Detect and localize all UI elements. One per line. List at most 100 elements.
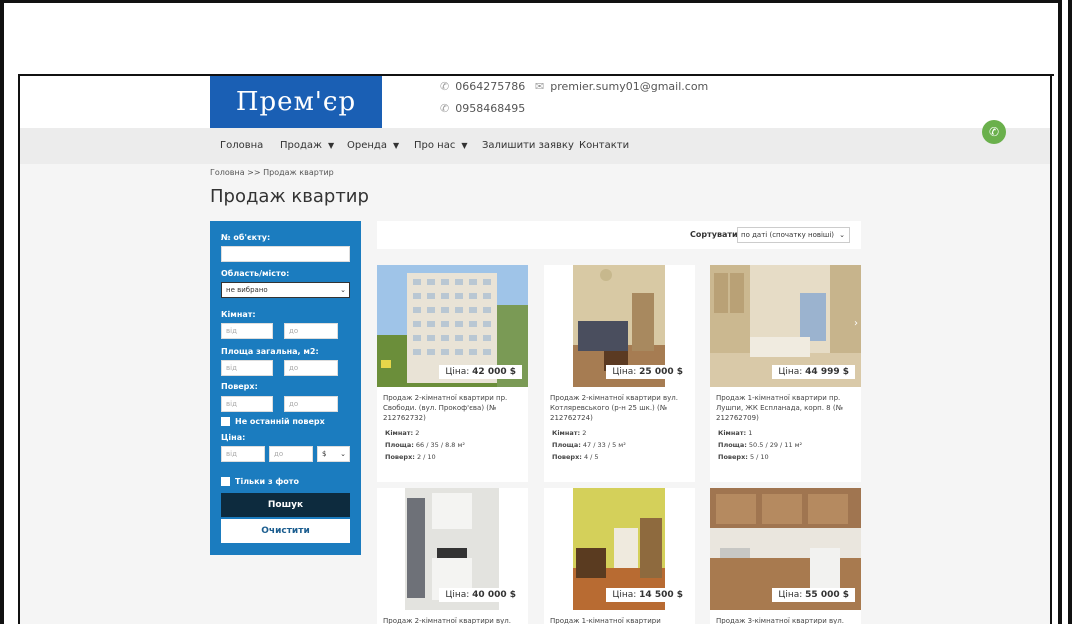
listing-photo[interactable]: Ціна: 55 000 $ xyxy=(710,488,861,610)
not-last-floor-checkbox[interactable]: Не останній поверх xyxy=(221,417,325,426)
email-address[interactable]: premier.sumy01@gmail.com xyxy=(550,80,708,93)
listing-price: Ціна: 40 000 $ xyxy=(439,588,522,602)
nav-about[interactable]: Про нас ▼ xyxy=(414,128,467,164)
phone-number-1[interactable]: 0664275786 xyxy=(455,80,525,93)
phone-contact-1[interactable]: ✆ 0664275786 xyxy=(440,80,525,93)
floor-label: Поверх: xyxy=(385,453,415,461)
nav-about-label: Про нас xyxy=(414,140,456,151)
area-label: Площа: xyxy=(552,441,581,449)
search-button[interactable]: Пошук xyxy=(221,493,350,517)
email-contact[interactable]: ✉ premier.sumy01@gmail.com xyxy=(535,80,708,93)
region-select[interactable]: не вибрано ⌄ xyxy=(221,282,350,298)
chevron-down-icon: ▼ xyxy=(461,141,468,150)
site-logo[interactable]: Прем'єр xyxy=(210,76,382,128)
floor-from-input[interactable]: від xyxy=(221,396,273,412)
area-label: Площа: xyxy=(385,441,414,449)
nav-request-label: Залишити заявку xyxy=(482,140,574,151)
breadcrumb[interactable]: Головна >> Продаж квартир xyxy=(210,168,334,177)
listing-card[interactable]: Ціна: 40 000 $ Продаж 2-кімнатної кварти… xyxy=(377,488,528,624)
sort-bar: Сортувати по даті (спочатку новіші) ⌄ xyxy=(377,221,861,249)
area-value: 50.5 / 29 / 11 м² xyxy=(748,441,803,449)
rooms-label: Кімнат: xyxy=(221,310,256,319)
price-value: 55 000 $ xyxy=(805,590,849,600)
clear-button[interactable]: Очистити xyxy=(221,519,350,543)
listing-title[interactable]: Продаж 1-кімнатної квартири xyxy=(544,610,695,624)
price-from-input[interactable]: від xyxy=(221,446,265,462)
only-photo-checkbox[interactable]: Тільки з фото xyxy=(221,477,299,486)
nav-rent-label: Оренда xyxy=(347,140,387,151)
rooms-value: 2 xyxy=(582,429,587,437)
site-header: Прем'єр ✆ 0664275786 ✉ premier.sumy01@gm… xyxy=(20,76,1050,128)
listing-title[interactable]: Продаж 2-кімнатної квартири пр. Свободи.… xyxy=(377,387,528,423)
nav-home[interactable]: Головна xyxy=(220,128,263,164)
currency-select[interactable]: $ ⌄ xyxy=(317,446,350,462)
object-number-label: № об'єкту: xyxy=(221,233,271,242)
phone-icon: ✆ xyxy=(440,80,450,93)
price-label: Ціна: xyxy=(221,433,246,442)
listing-card[interactable]: Ціна: 55 000 $ Продаж 3-кімнатної кварти… xyxy=(710,488,861,624)
price-value: 14 500 $ xyxy=(639,590,683,600)
listing-title[interactable]: Продаж 2-кімнатної квартири вул. Котляре… xyxy=(544,387,695,423)
listing-specs: Кімнат: 2 Площа: 47 / 33 / 5 м² Поверх: … xyxy=(544,423,695,463)
price-prefix: Ціна: xyxy=(445,367,470,377)
sort-select[interactable]: по даті (спочатку новіші) ⌄ xyxy=(737,227,850,243)
floor-value: 5 / 10 xyxy=(749,453,769,461)
checkbox-box[interactable] xyxy=(221,417,230,426)
object-number-input[interactable] xyxy=(221,246,350,262)
listing-card[interactable]: Ціна: 14 500 $ Продаж 1-кімнатної кварти… xyxy=(544,488,695,624)
area-from-input[interactable]: від xyxy=(221,360,273,376)
listing-price: Ціна: 42 000 $ xyxy=(439,365,522,379)
listing-area: Площа: 47 / 33 / 5 м² xyxy=(552,439,687,451)
window-frame-left xyxy=(0,0,4,624)
area-label: Площа загальна, м2: xyxy=(221,347,319,356)
listing-floor: Поверх: 2 / 10 xyxy=(385,451,520,463)
listing-photo[interactable]: Ціна: 44 999 $ xyxy=(710,265,861,387)
nav-sale[interactable]: Продаж ▼ xyxy=(280,128,334,164)
listing-title[interactable]: Продаж 3-кімнатної квартири вул. xyxy=(710,610,861,624)
region-select-value: не вибрано xyxy=(226,286,268,294)
listing-price: Ціна: 25 000 $ xyxy=(606,365,689,379)
rooms-label: Кімнат: xyxy=(718,429,747,437)
chevron-down-icon: ⌄ xyxy=(340,450,346,458)
listing-photo[interactable]: Ціна: 40 000 $ xyxy=(377,488,528,610)
floor-value: 4 / 5 xyxy=(583,453,599,461)
listing-card[interactable]: Ціна: 25 000 $ Продаж 2-кімнатної кварти… xyxy=(544,265,695,482)
listing-title[interactable]: Продаж 2-кімнатної квартири вул. xyxy=(377,610,528,624)
price-to-input[interactable]: до xyxy=(269,446,313,462)
nav-contacts-label: Контакти xyxy=(579,140,630,151)
price-prefix: Ціна: xyxy=(612,367,637,377)
listing-title[interactable]: Продаж 1-кімнатної квартири пр. Лушпи, Ж… xyxy=(710,387,861,423)
area-value: 66 / 35 / 8.8 м² xyxy=(415,441,466,449)
rooms-to-input[interactable]: до xyxy=(284,323,338,339)
area-label: Площа: xyxy=(718,441,747,449)
currency-value: $ xyxy=(322,450,327,458)
phone-contact-2[interactable]: ✆ 0958468495 xyxy=(440,102,525,115)
listing-photo[interactable]: Ціна: 25 000 $ xyxy=(544,265,695,387)
listing-card[interactable]: Ціна: 42 000 $ Продаж 2-кімнатної кварти… xyxy=(377,265,528,482)
web-page: Прем'єр ✆ 0664275786 ✉ premier.sumy01@gm… xyxy=(20,76,1050,624)
listing-card[interactable]: Ціна: 44 999 $ Продаж 1-кімнатної кварти… xyxy=(710,265,861,482)
area-value: 47 / 33 / 5 м² xyxy=(582,441,626,449)
listing-price: Ціна: 44 999 $ xyxy=(772,365,855,379)
nav-rent[interactable]: Оренда ▼ xyxy=(347,128,399,164)
listing-photo[interactable]: Ціна: 42 000 $ xyxy=(377,265,528,387)
price-value: 44 999 $ xyxy=(805,367,849,377)
call-button[interactable]: ✆ xyxy=(982,120,1006,144)
page-title: Продаж квартир xyxy=(210,186,369,207)
floor-to-input[interactable]: до xyxy=(284,396,338,412)
listing-specs: Кімнат: 1 Площа: 50.5 / 29 / 11 м² Повер… xyxy=(710,423,861,463)
listing-price: Ціна: 55 000 $ xyxy=(772,588,855,602)
viewport-border-right xyxy=(1050,74,1052,624)
nav-contacts[interactable]: Контакти xyxy=(579,128,629,164)
area-to-input[interactable]: до xyxy=(284,360,338,376)
listing-photo[interactable]: Ціна: 14 500 $ xyxy=(544,488,695,610)
phone-number-2[interactable]: 0958468495 xyxy=(455,102,525,115)
rooms-from-input[interactable]: від xyxy=(221,323,273,339)
main-nav: Головна Продаж ▼ Оренда ▼ Про нас ▼ Залишит… xyxy=(20,128,1050,164)
rooms-value: 2 xyxy=(415,429,420,437)
nav-request[interactable]: Залишити заявку xyxy=(482,128,574,164)
chevron-right-icon[interactable]: › xyxy=(854,318,858,329)
checkbox-box[interactable] xyxy=(221,477,230,486)
chevron-down-icon: ▼ xyxy=(392,141,400,150)
price-prefix: Ціна: xyxy=(445,590,470,600)
